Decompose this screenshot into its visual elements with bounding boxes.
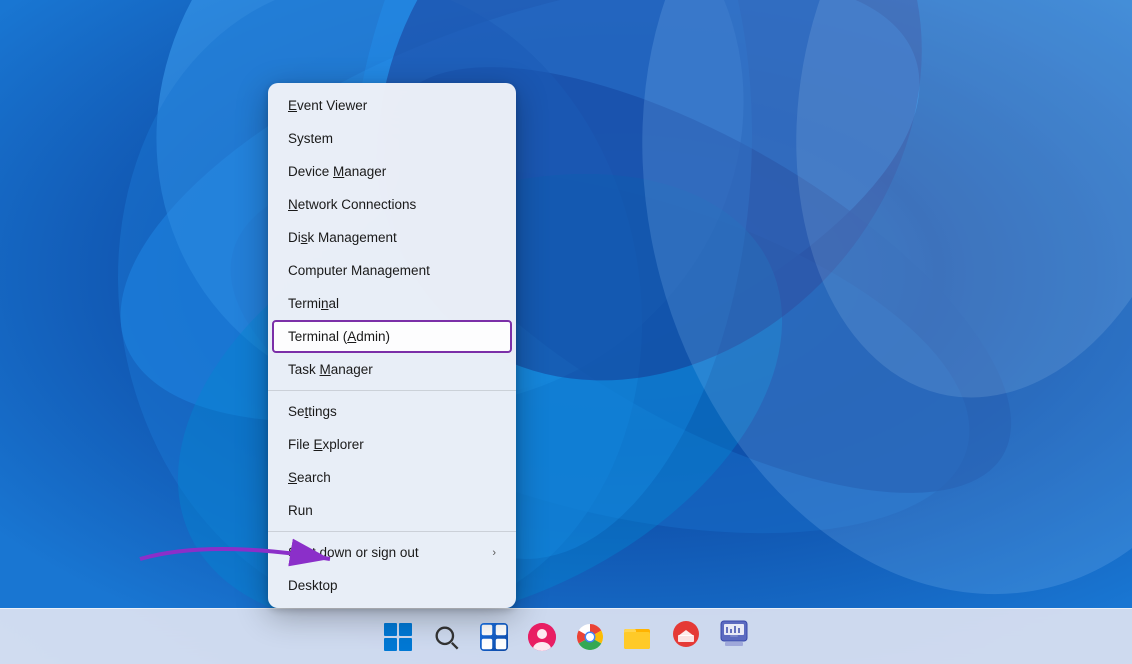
menu-item-search-label: Search [288,470,331,485]
menu-item-network-connections[interactable]: Network Connections [268,188,516,221]
menu-item-device-manager[interactable]: Device Manager [268,155,516,188]
menu-item-event-viewer[interactable]: Event Viewer [268,89,516,122]
menu-item-system[interactable]: System [268,122,516,155]
menu-item-system-label: System [288,131,333,146]
taskbar-icons [376,615,756,659]
profile-avatar-icon [528,623,556,651]
menu-item-event-viewer-label: Event Viewer [288,98,367,113]
menu-item-device-manager-label: Device Manager [288,164,386,179]
start-button[interactable] [376,615,420,659]
shut-down-submenu-chevron: › [492,547,496,559]
menu-divider-1 [268,390,516,391]
menu-item-terminal-label: Terminal [288,296,339,311]
taskbar-profile-button[interactable] [520,615,564,659]
menu-item-terminal-admin-label: Terminal (Admin) [288,329,390,344]
menu-item-task-manager[interactable]: Task Manager [268,353,516,386]
menu-item-task-manager-label: Task Manager [288,362,373,377]
menu-item-search[interactable]: Search [268,461,516,494]
menu-item-terminal[interactable]: Terminal [268,287,516,320]
menu-item-run[interactable]: Run [268,494,516,527]
menu-item-terminal-admin[interactable]: Terminal (Admin) [272,320,512,353]
desktop: Event Viewer System Device Manager Netwo… [0,0,1132,664]
menu-item-settings[interactable]: Settings [268,395,516,428]
menu-item-computer-management-label: Computer Management [288,263,430,278]
chrome-icon [576,623,604,651]
control-panel-icon [720,620,748,653]
menu-item-disk-management[interactable]: Disk Management [268,221,516,254]
taskbar-mail-button[interactable] [664,615,708,659]
search-icon [432,623,460,651]
menu-item-disk-management-label: Disk Management [288,230,397,245]
file-explorer-icon [624,624,652,650]
taskbar-chrome-button[interactable] [568,615,612,659]
menu-item-settings-label: Settings [288,404,337,419]
taskbar-file-explorer-button[interactable] [616,615,660,659]
taskbar-control-panel-button[interactable] [712,615,756,659]
arrow-annotation [130,529,360,594]
menu-item-network-connections-label: Network Connections [288,197,416,212]
menu-item-file-explorer[interactable]: File Explorer [268,428,516,461]
windows-logo-icon [384,623,412,651]
menu-item-run-label: Run [288,503,313,518]
widgets-icon [480,623,508,651]
mail-icon [672,620,700,653]
menu-item-computer-management[interactable]: Computer Management [268,254,516,287]
menu-item-file-explorer-label: File Explorer [288,437,364,452]
taskbar-widgets-button[interactable] [472,615,516,659]
taskbar-search-button[interactable] [424,615,468,659]
taskbar [0,608,1132,664]
desktop-background [0,0,1132,608]
